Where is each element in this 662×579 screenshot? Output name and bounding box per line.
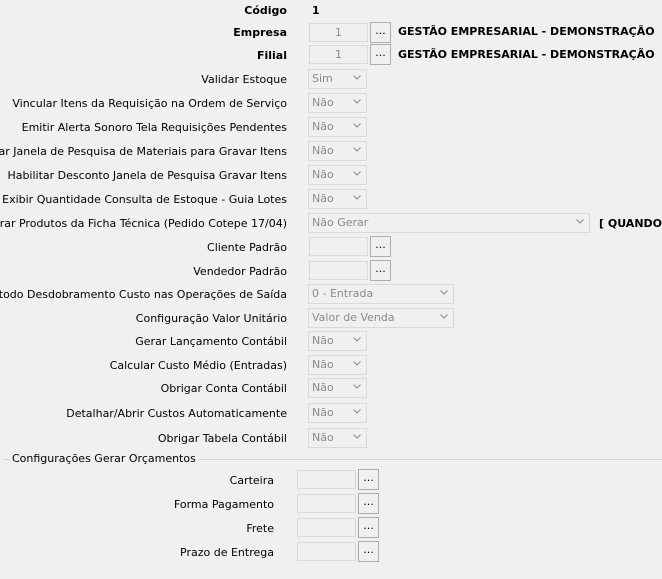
gerar-produtos-note: [ QUANDO G (599, 217, 662, 230)
validar-estoque-value: Sim (312, 72, 333, 85)
cliente-padrao-input[interactable] (309, 237, 368, 256)
chevron-down-icon (437, 309, 451, 327)
forma-pagamento-lookup-button[interactable]: ... (358, 493, 379, 514)
cliente-padrao-label: Cliente Padrão (207, 241, 287, 254)
vincular-itens-label: Vincular Itens da Requisição na Ordem de… (12, 97, 287, 110)
obrigar-conta-select[interactable]: Não (308, 378, 367, 398)
habilitar-desconto-select[interactable]: Não (308, 165, 367, 185)
emitir-alerta-select[interactable]: Não (308, 117, 367, 137)
frete-input[interactable] (297, 518, 356, 537)
empresa-code-input[interactable]: 1 (309, 23, 368, 42)
calcular-custo-label: Calcular Custo Médio (Entradas) (109, 359, 287, 372)
frete-lookup-button[interactable]: ... (358, 517, 379, 538)
emitir-alerta-value: Não (312, 120, 334, 133)
gerar-lancamento-label: Gerar Lançamento Contábil (135, 335, 287, 348)
chevron-down-icon (350, 166, 364, 184)
vendedor-padrao-label: Vendedor Padrão (193, 265, 287, 278)
gerar-lancamento-value: Não (312, 334, 334, 347)
gerar-lancamento-select[interactable]: Não (308, 331, 367, 351)
vendedor-padrao-input[interactable] (309, 261, 368, 280)
gerar-produtos-label: Gerar Produtos da Ficha Técnica (Pedido … (0, 217, 287, 230)
validar-estoque-select[interactable]: Sim (308, 69, 367, 89)
cliente-padrao-lookup-button[interactable]: ... (370, 236, 391, 257)
emitir-alerta-label: Emitir Alerta Sonoro Tela Requisições Pe… (21, 121, 287, 134)
filial-name: GESTÃO EMPRESARIAL - DEMONSTRAÇÃO (398, 48, 655, 61)
metodo-desdobramento-value: 0 - Entrada (312, 287, 374, 300)
filial-code-input[interactable]: 1 (309, 45, 368, 64)
gerar-produtos-value: Não Gerar (312, 216, 369, 229)
utilizar-janela-label: Utilizar Janela de Pesquisa de Materiais… (0, 145, 287, 158)
exibir-quantidade-label: Exibir Quantidade Consulta de Estoque - … (2, 193, 287, 206)
detalhar-custos-value: Não (312, 406, 334, 419)
carteira-label: Carteira (229, 474, 274, 487)
filial-label: Filial (256, 49, 287, 62)
validar-estoque-label: Validar Estoque (201, 73, 287, 86)
vendedor-padrao-lookup-button[interactable]: ... (370, 260, 391, 281)
frete-label: Frete (246, 522, 274, 535)
config-valor-unitario-select[interactable]: Valor de Venda (308, 308, 454, 328)
empresa-name: GESTÃO EMPRESARIAL - DEMONSTRAÇÃO (398, 25, 655, 38)
chevron-down-icon (350, 190, 364, 208)
chevron-down-icon (350, 429, 364, 447)
chevron-down-icon (350, 332, 364, 350)
chevron-down-icon (350, 142, 364, 160)
chevron-down-icon (350, 70, 364, 88)
exibir-quantidade-value: Não (312, 192, 334, 205)
obrigar-tabela-label: Obrigar Tabela Contábil (157, 432, 287, 445)
vincular-itens-select[interactable]: Não (308, 93, 367, 113)
detalhar-custos-select[interactable]: Não (308, 403, 367, 423)
chevron-down-icon (350, 118, 364, 136)
empresa-lookup-button[interactable]: ... (370, 22, 391, 43)
filial-lookup-button[interactable]: ... (370, 44, 391, 65)
chevron-down-icon (350, 404, 364, 422)
habilitar-desconto-value: Não (312, 168, 334, 181)
exibir-quantidade-select[interactable]: Não (308, 189, 367, 209)
calcular-custo-select[interactable]: Não (308, 355, 367, 375)
habilitar-desconto-label: Habilitar Desconto Janela de Pesquisa Gr… (7, 169, 287, 182)
carteira-input[interactable] (297, 470, 356, 489)
empresa-label: Empresa (233, 26, 287, 39)
obrigar-tabela-select[interactable]: Não (308, 428, 367, 448)
obrigar-tabela-value: Não (312, 431, 334, 444)
prazo-entrega-input[interactable] (297, 542, 356, 561)
gerar-produtos-select[interactable]: Não Gerar (308, 213, 590, 233)
forma-pagamento-input[interactable] (297, 494, 356, 513)
obrigar-conta-value: Não (312, 381, 334, 394)
chevron-down-icon (350, 94, 364, 112)
chevron-down-icon (573, 214, 587, 232)
metodo-desdobramento-label: Método Desdobramento Custo nas Operações… (0, 288, 287, 301)
orcamentos-group-title: Configurações Gerar Orçamentos (10, 452, 198, 465)
chevron-down-icon (350, 379, 364, 397)
calcular-custo-value: Não (312, 358, 334, 371)
config-valor-unitario-label: Configuração Valor Unitário (135, 312, 287, 325)
chevron-down-icon (437, 285, 451, 303)
vincular-itens-value: Não (312, 96, 334, 109)
utilizar-janela-select[interactable]: Não (308, 141, 367, 161)
codigo-value: 1 (312, 4, 320, 17)
codigo-label: Código (244, 4, 287, 17)
prazo-entrega-lookup-button[interactable]: ... (358, 541, 379, 562)
metodo-desdobramento-select[interactable]: 0 - Entrada (308, 284, 454, 304)
prazo-entrega-label: Prazo de Entrega (180, 546, 274, 559)
detalhar-custos-label: Detalhar/Abrir Custos Automaticamente (66, 407, 287, 420)
config-valor-unitario-value: Valor de Venda (312, 311, 395, 324)
obrigar-conta-label: Obrigar Conta Contábil (160, 382, 287, 395)
forma-pagamento-label: Forma Pagamento (173, 498, 274, 511)
chevron-down-icon (350, 356, 364, 374)
carteira-lookup-button[interactable]: ... (358, 469, 379, 490)
utilizar-janela-value: Não (312, 144, 334, 157)
